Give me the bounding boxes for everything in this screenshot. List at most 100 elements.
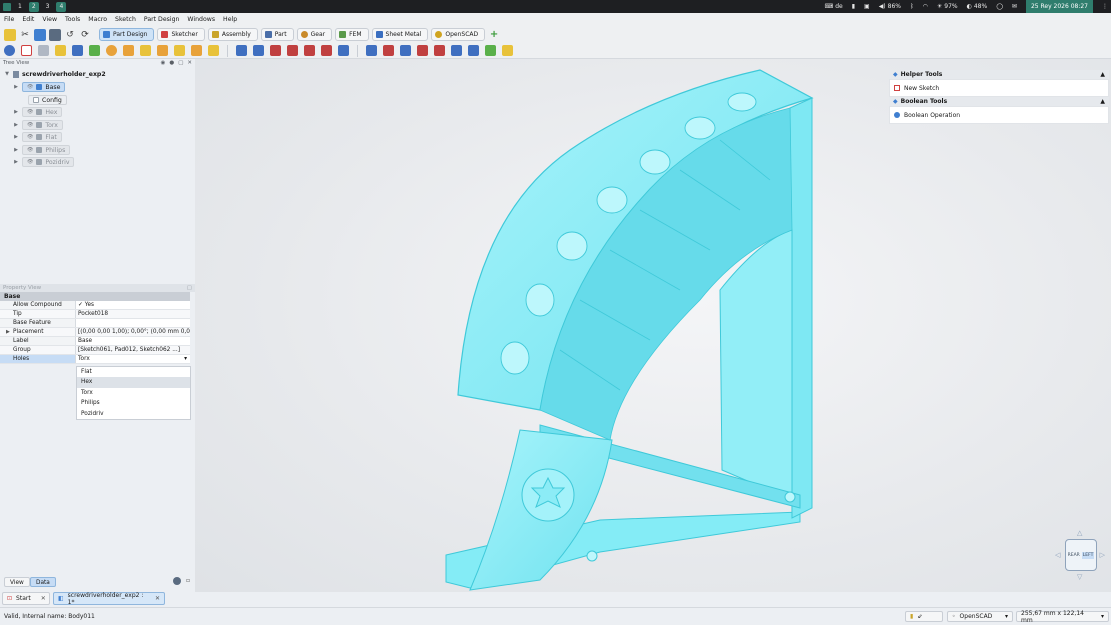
hole-icon[interactable] — [253, 45, 264, 56]
navigation-style-selector[interactable]: ◦ OpenSCAD ▾ — [947, 611, 1013, 622]
thickness-icon[interactable] — [417, 45, 428, 56]
notifications-area[interactable]: ▮ ⇙ — [905, 611, 943, 622]
sync-icon[interactable]: ● — [169, 60, 174, 66]
multi-transform-icon[interactable] — [485, 45, 496, 56]
additive-loft-icon[interactable] — [208, 45, 219, 56]
property-row-allow-compound[interactable]: Allow Compound ✓ Yes — [0, 301, 190, 310]
workbench-sketcher[interactable]: Sketcher — [157, 28, 205, 41]
float-panel-icon[interactable]: ▢ — [187, 285, 192, 291]
brightness-indicator[interactable]: ☀ 97% — [937, 3, 958, 10]
helper-tools-header[interactable]: ◆ Helper Tools ▲ — [889, 70, 1109, 79]
visibility-eye-icon[interactable]: 👁 — [27, 109, 33, 115]
menu-macro[interactable]: Macro — [88, 16, 107, 23]
float-panel-icon[interactable]: ▢ — [178, 60, 183, 66]
new-sketch-button[interactable]: New Sketch — [889, 79, 1109, 97]
rotate-left-arrow-icon[interactable]: ◁ — [1055, 551, 1060, 559]
workbench-part[interactable]: Part — [260, 28, 294, 41]
expand-arrow-icon[interactable]: ▶ — [6, 328, 10, 337]
workbench-openscad[interactable]: OpenSCAD — [431, 28, 486, 41]
pocket-icon[interactable] — [236, 45, 247, 56]
tab-view[interactable]: View — [4, 577, 30, 587]
menu-part-design[interactable]: Part Design — [144, 16, 180, 23]
notification-icon[interactable]: ◯ — [996, 3, 1003, 10]
dropdown-option-hex[interactable]: Hex — [77, 377, 190, 388]
rotate-up-arrow-icon[interactable]: △ — [1077, 529, 1082, 537]
dropdown-option-philips[interactable]: Philips — [77, 398, 190, 408]
visibility-eye-icon[interactable]: 👁 — [27, 147, 33, 153]
undo-redo-icon[interactable]: ↺ — [64, 29, 76, 41]
subtractive-primitive-icon[interactable] — [338, 45, 349, 56]
workspace-2[interactable]: 2 — [28, 1, 39, 12]
visibility-eye-icon[interactable]: 👁 — [27, 122, 33, 128]
property-row-group[interactable]: Group [Sketch061, Pad012, Sketch062 ...] — [0, 346, 190, 355]
local-cs-icon[interactable] — [106, 45, 117, 56]
revolution-icon[interactable] — [191, 45, 202, 56]
mail-icon[interactable]: ✉ — [1012, 3, 1017, 10]
chamfer-icon[interactable] — [383, 45, 394, 56]
linear-pattern-icon[interactable] — [451, 45, 462, 56]
clock[interactable]: 25 Rey 2026 08:27 — [1025, 0, 1093, 13]
menu-sketch[interactable]: Sketch — [115, 16, 136, 23]
wifi-icon[interactable]: ◠ — [923, 3, 928, 10]
tree-item-flat[interactable]: ▶ 👁 Flat — [13, 132, 62, 142]
menu-icon[interactable]: ⋮ — [1102, 3, 1108, 10]
add-workbench-icon[interactable]: + — [488, 29, 500, 41]
subshape-binder-icon[interactable] — [140, 45, 151, 56]
rotate-down-arrow-icon[interactable]: ▽ — [1077, 573, 1082, 581]
volume-indicator[interactable]: ◀) 86% — [879, 3, 901, 10]
open-folder-icon[interactable] — [34, 28, 46, 41]
create-sketch-icon[interactable] — [21, 45, 32, 56]
datum-plane-icon[interactable] — [89, 45, 100, 56]
holes-combobox[interactable]: Torx ▾ — [76, 355, 190, 363]
rotate-right-arrow-icon[interactable]: ▷ — [1100, 551, 1105, 559]
expand-arrow-icon[interactable]: ▶ — [13, 122, 19, 128]
property-row-base-feature[interactable]: Base Feature — [0, 319, 190, 328]
new-document-icon[interactable] — [4, 28, 16, 41]
boolean-tools-header[interactable]: ◆ Boolean Tools ▲ — [889, 97, 1109, 106]
clone-icon[interactable] — [157, 45, 168, 56]
close-panel-icon[interactable]: ✕ — [187, 60, 192, 66]
navcube-face[interactable]: REAR LEFT — [1065, 539, 1097, 571]
tree-document[interactable]: ▼ screwdriverholder_exp2 — [4, 69, 106, 79]
collapse-arrow-icon[interactable]: ▲ — [1100, 71, 1105, 78]
close-tab-icon[interactable]: ✕ — [41, 595, 46, 602]
property-row-holes[interactable]: Holes Torx ▾ — [0, 355, 190, 364]
allow-compound-checkbox[interactable]: ✓ Yes — [76, 301, 190, 309]
dropdown-arrow-icon[interactable]: ▾ — [184, 355, 187, 363]
shape-binder-icon[interactable] — [123, 45, 134, 56]
datum-line-icon[interactable] — [72, 45, 83, 56]
datum-point-icon[interactable] — [55, 45, 66, 56]
menu-help[interactable]: Help — [223, 16, 237, 23]
dropdown-option-pozidriv[interactable]: Pozidriv — [77, 409, 190, 419]
expand-arrow-icon[interactable]: ▶ — [13, 159, 19, 165]
workbench-assembly[interactable]: Assembly — [207, 28, 258, 41]
tree-item-hex[interactable]: ▶ 👁 Hex — [13, 107, 63, 117]
workbench-gear[interactable]: Gear — [296, 28, 333, 41]
eye-icon[interactable]: ◉ — [161, 60, 166, 66]
dropdown-option-flat[interactable]: Flat — [77, 367, 190, 377]
create-body-icon[interactable] — [4, 45, 15, 56]
tree-item-pozidriv[interactable]: ▶ 👁 Pozidriv — [13, 157, 75, 167]
expand-arrow-icon[interactable]: ▶ — [13, 109, 19, 115]
subtractive-pipe-icon[interactable] — [304, 45, 315, 56]
tree-item-philips[interactable]: ▶ 👁 Philips — [13, 145, 71, 155]
cut-icon[interactable]: ✂ — [19, 29, 31, 41]
collapse-arrow-icon[interactable]: ▼ — [4, 71, 10, 77]
property-row-placement[interactable]: ▶ Placement [(0,00 0,00 1,00); 0,00°; (0,0… — [0, 328, 190, 337]
app-launcher-icon[interactable] — [3, 2, 11, 11]
groove-icon[interactable] — [270, 45, 281, 56]
subtractive-loft-icon[interactable] — [287, 45, 298, 56]
workbench-fem[interactable]: FEM — [335, 28, 369, 41]
save-icon[interactable] — [49, 28, 61, 41]
expand-arrow-icon[interactable]: ▶ — [13, 147, 19, 153]
workspace-3[interactable]: 3 — [43, 2, 53, 12]
menu-file[interactable]: File — [4, 16, 14, 23]
workspace-1[interactable]: 1 — [15, 2, 25, 12]
menu-windows[interactable]: Windows — [187, 16, 215, 23]
pad-icon[interactable] — [174, 45, 185, 56]
workbench-sheet-metal[interactable]: Sheet Metal — [371, 28, 429, 41]
close-tab-icon[interactable]: ✕ — [155, 595, 160, 602]
tab-start[interactable]: ⊡ Start ✕ — [2, 592, 50, 605]
menu-tools[interactable]: Tools — [65, 16, 80, 23]
workbench-part-design[interactable]: Part Design — [99, 28, 155, 41]
